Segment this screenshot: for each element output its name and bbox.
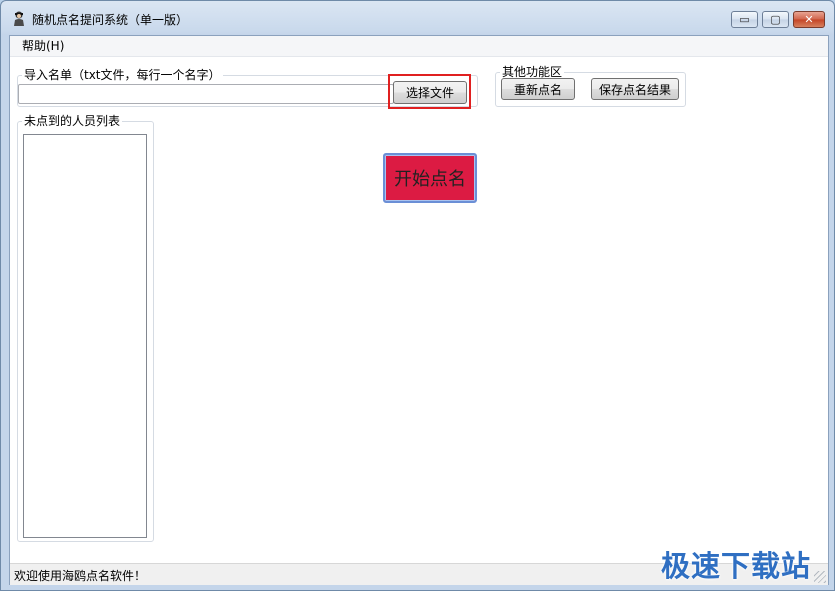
window-title: 随机点名提问系统（单一版） (32, 13, 189, 27)
close-button[interactable]: ✕ (793, 11, 825, 28)
app-window: 随机点名提问系统（单一版） ▭ ▢ ✕ 帮助(H) 导入名单（txt文件，每行一… (0, 0, 835, 591)
status-text: 欢迎使用海鸥点名软件！ (14, 569, 147, 583)
title-bar[interactable]: 随机点名提问系统（单一版） ▭ ▢ ✕ (1, 1, 834, 35)
maximize-icon: ▢ (770, 13, 781, 26)
import-group-legend: 导入名单（txt文件，每行一个名字） (22, 68, 223, 82)
menu-bar: 帮助(H) (10, 36, 828, 57)
resize-grip[interactable] (814, 571, 826, 583)
client-area: 帮助(H) 导入名单（txt文件，每行一个名字） 选择文件 其他功能区 重新点名… (9, 35, 829, 585)
remaining-list-legend: 未点到的人员列表 (22, 114, 123, 128)
save-results-button[interactable]: 保存点名结果 (591, 78, 679, 100)
minimize-icon: ▭ (739, 13, 750, 26)
close-icon: ✕ (804, 13, 814, 26)
start-rollcall-button[interactable]: 开始点名 (383, 153, 477, 203)
functions-group-legend: 其他功能区 (500, 65, 565, 79)
maximize-button[interactable]: ▢ (762, 11, 789, 28)
app-icon (14, 11, 24, 26)
menu-help[interactable]: 帮助(H) (16, 38, 70, 54)
redo-rollcall-button[interactable]: 重新点名 (501, 78, 575, 100)
minimize-button[interactable]: ▭ (731, 11, 758, 28)
file-path-field[interactable] (18, 84, 394, 104)
watermark-logo: 极速下载站 (661, 549, 812, 583)
remaining-list-group: 未点到的人员列表 (17, 114, 154, 542)
remaining-people-listbox[interactable] (23, 134, 147, 538)
select-file-button[interactable]: 选择文件 (393, 81, 467, 104)
